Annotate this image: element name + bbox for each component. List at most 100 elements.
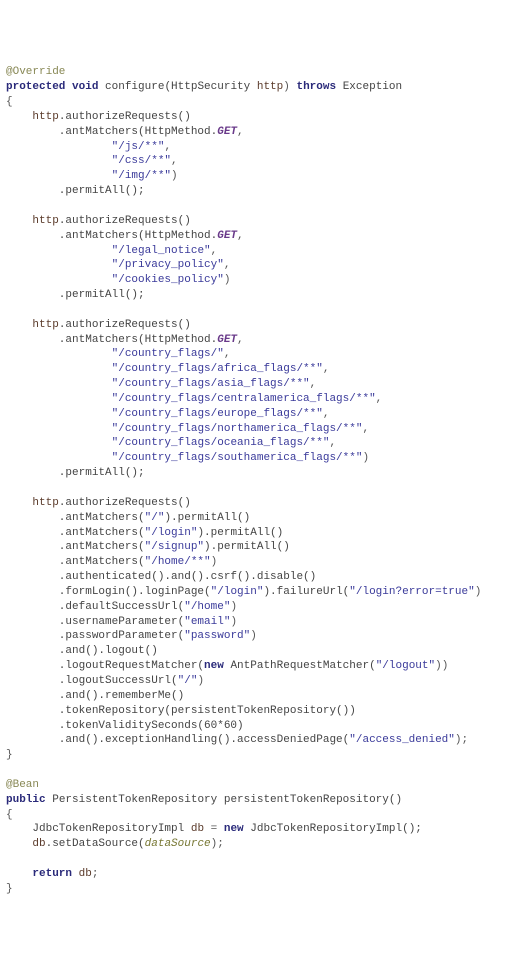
code-token: , [237, 230, 244, 242]
code-line: "/legal_notice", [6, 244, 518, 259]
code-line: .antMatchers(HttpMethod.GET, [6, 229, 518, 244]
code-token [6, 245, 112, 257]
code-line: } [6, 882, 518, 897]
code-token: ) [230, 616, 237, 628]
code-line: .antMatchers("/signup").permitAll() [6, 540, 518, 555]
code-block: @Overrideprotected void configure(HttpSe… [6, 65, 518, 896]
code-line: .antMatchers(HttpMethod.GET, [6, 333, 518, 348]
code-token: public [6, 794, 52, 806]
code-token: ) [250, 630, 257, 642]
code-token: "/country_flags/africa_flags/**" [112, 363, 323, 375]
code-token: Exception [343, 81, 402, 93]
code-token [6, 437, 112, 449]
code-line: db.setDataSource(dataSource); [6, 837, 518, 852]
code-line: .and().exceptionHandling().accessDeniedP… [6, 733, 518, 748]
code-token: ) [362, 452, 369, 464]
code-token: .authorizeRequests() [59, 319, 191, 331]
code-token: "/css/**" [112, 155, 171, 167]
code-token: dataSource [145, 838, 211, 850]
code-token: "/country_flags/centralamerica_flags/**" [112, 393, 376, 405]
code-token: "/js/**" [112, 141, 165, 153]
code-token: "/" [145, 512, 165, 524]
code-token: "/login?error=true" [349, 586, 474, 598]
code-token: { [6, 809, 13, 821]
code-token: GET [217, 334, 237, 346]
code-line: .antMatchers("/").permitAll() [6, 511, 518, 526]
code-line: "/privacy_policy", [6, 258, 518, 273]
code-line: "/country_flags/southamerica_flags/**") [6, 451, 518, 466]
code-line: .and().logout() [6, 644, 518, 659]
code-line: "/cookies_policy") [6, 273, 518, 288]
code-token: .usernameParameter( [6, 616, 184, 628]
code-token: .permitAll(); [6, 289, 145, 301]
code-token: .passwordParameter( [6, 630, 184, 642]
code-token: ).permitAll() [197, 527, 283, 539]
code-token: ).permitAll() [204, 541, 290, 553]
code-line: @Override [6, 65, 518, 80]
code-token: , [211, 245, 218, 257]
code-token: .logoutRequestMatcher( [6, 660, 204, 672]
code-token: .and().logout() [6, 645, 158, 657]
code-line: .permitAll(); [6, 466, 518, 481]
code-token: , [171, 155, 178, 167]
code-line: { [6, 95, 518, 110]
code-token: ) [197, 675, 204, 687]
code-token [6, 363, 112, 375]
code-token [6, 408, 112, 420]
code-token: "/logout" [376, 660, 435, 672]
code-line: "/country_flags/northamerica_flags/**", [6, 422, 518, 437]
code-token: , [164, 141, 171, 153]
code-token: "/country_flags/southamerica_flags/**" [112, 452, 363, 464]
code-token [6, 452, 112, 464]
code-token: , [224, 259, 231, 271]
code-token: .antMatchers( [6, 512, 145, 524]
code-token: "/country_flags/asia_flags/**" [112, 378, 310, 390]
code-token: ; [92, 868, 99, 880]
code-token: "/legal_notice" [112, 245, 211, 257]
code-token: "/country_flags/oceania_flags/**" [112, 437, 330, 449]
code-token: new [204, 660, 230, 672]
code-line: .permitAll(); [6, 288, 518, 303]
code-token: , [323, 408, 330, 420]
code-line: .authenticated().and().csrf().disable() [6, 570, 518, 585]
code-token: ) [211, 556, 218, 568]
code-line: .tokenRepository(persistentTokenReposito… [6, 704, 518, 719]
code-token: return [32, 868, 78, 880]
code-token: "/country_flags/northamerica_flags/**" [112, 423, 363, 435]
code-line: JdbcTokenRepositoryImpl db = new JdbcTok… [6, 822, 518, 837]
code-token: "/country_flags/europe_flags/**" [112, 408, 323, 420]
code-token: .tokenValiditySeconds(60*60) [6, 720, 244, 732]
code-line: .defaultSuccessUrl("/home") [6, 600, 518, 615]
code-token [6, 259, 112, 271]
code-token: )) [435, 660, 448, 672]
code-token: , [310, 378, 317, 390]
code-token [6, 423, 112, 435]
code-token: , [237, 334, 244, 346]
code-token: } [6, 883, 13, 895]
code-token: .authorizeRequests() [59, 111, 191, 123]
code-token [6, 868, 32, 880]
code-token: void [65, 81, 105, 93]
code-token: ) [224, 274, 231, 286]
code-token [6, 141, 112, 153]
code-token [6, 274, 112, 286]
code-token: .antMatchers( [6, 527, 145, 539]
code-token: = [204, 823, 224, 835]
code-token: .antMatchers(HttpMethod. [6, 230, 217, 242]
code-token: http [6, 319, 59, 331]
code-token: configure(HttpSecurity [105, 81, 257, 93]
code-token [6, 155, 112, 167]
code-token: "email" [184, 616, 230, 628]
code-line: http.authorizeRequests() [6, 110, 518, 125]
code-line: } [6, 748, 518, 763]
code-line: .usernameParameter("email") [6, 615, 518, 630]
code-line: "/country_flags/africa_flags/**", [6, 362, 518, 377]
code-token: .antMatchers(HttpMethod. [6, 126, 217, 138]
code-token: throws [296, 81, 342, 93]
code-token: "/login" [211, 586, 264, 598]
code-token: "/img/**" [112, 170, 171, 182]
code-token: "/" [178, 675, 198, 687]
code-line: .formLogin().loginPage("/login").failure… [6, 585, 518, 600]
code-line: .and().rememberMe() [6, 689, 518, 704]
code-token: ).permitAll() [164, 512, 250, 524]
